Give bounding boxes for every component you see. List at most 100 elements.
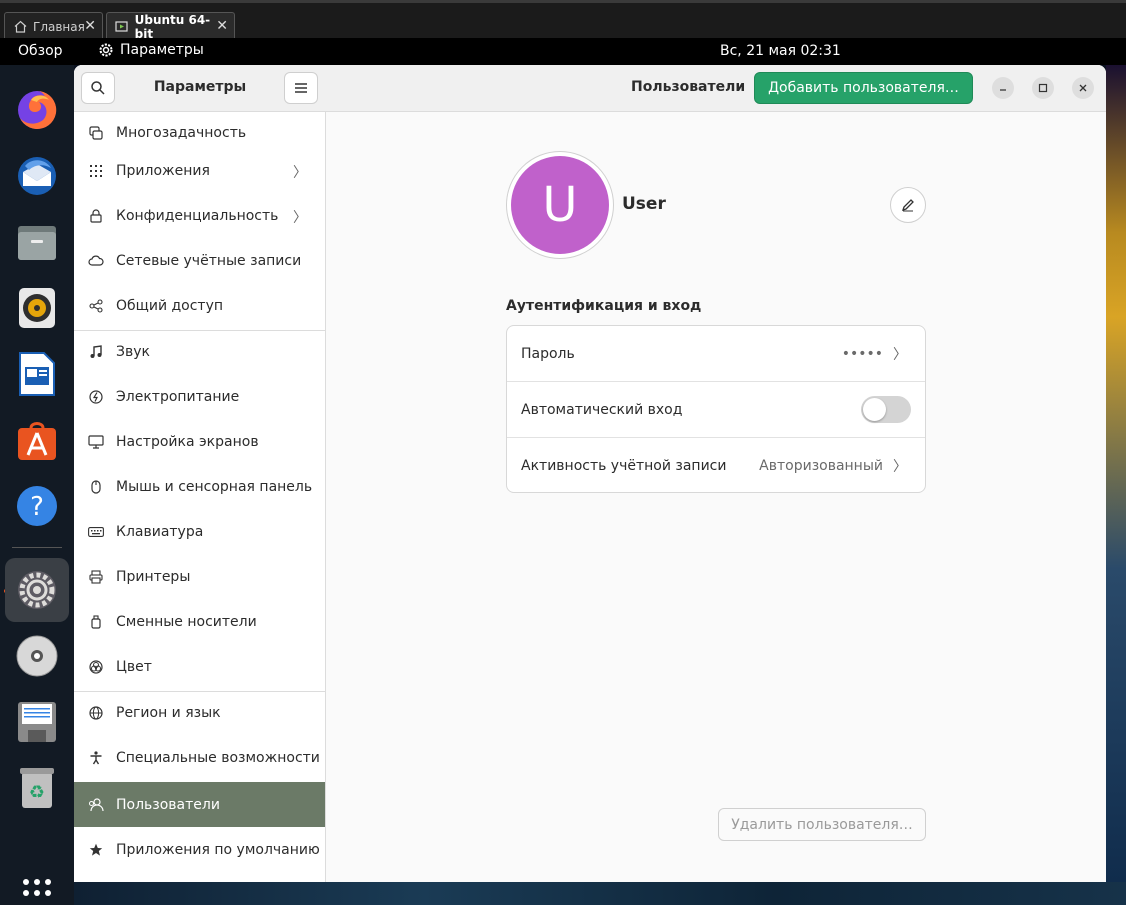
users-icon — [88, 797, 104, 813]
autologin-row: Автоматический вход — [507, 382, 925, 438]
app-menu[interactable]: Параметры — [98, 42, 204, 58]
password-row[interactable]: Пароль ••••• 〉 — [507, 326, 925, 382]
vm-tab-strip: Главная ✕ Ubuntu 64-bit ✕ — [0, 0, 1126, 41]
files-icon[interactable] — [10, 215, 64, 269]
app-menu-label: Параметры — [120, 42, 204, 58]
account-activity-value: Авторизованный — [759, 458, 883, 474]
sidebar-item-default-apps[interactable]: Приложения по умолчанию — [74, 827, 325, 872]
edit-name-button[interactable] — [890, 187, 926, 223]
sidebar-item-label: Приложения по умолчанию — [116, 841, 320, 858]
vm-tab-home[interactable]: Главная ✕ — [4, 12, 103, 40]
sidebar-item-displays[interactable]: Настройка экранов — [74, 419, 325, 464]
svg-text:?: ? — [30, 492, 44, 522]
hamburger-icon — [295, 83, 307, 93]
sidebar-item-color[interactable]: Цвет — [74, 644, 325, 689]
firefox-icon[interactable] — [10, 83, 64, 137]
floppy-icon[interactable] — [10, 695, 64, 749]
settings-icon[interactable] — [5, 558, 69, 622]
music-note-icon — [88, 344, 104, 360]
sidebar-item-accessibility[interactable]: Специальные возможности — [74, 735, 325, 780]
sidebar-item-label: Клавиатура — [116, 523, 204, 540]
vm-tab-label: Главная — [33, 19, 85, 34]
thunderbird-icon[interactable] — [10, 149, 64, 203]
sidebar-item-label: Звук — [116, 343, 150, 360]
sidebar-item-sharing[interactable]: Общий доступ — [74, 283, 325, 328]
minimize-button[interactable] — [992, 77, 1014, 99]
activities-button[interactable]: Обзор — [18, 43, 63, 59]
multitasking-icon — [88, 125, 104, 141]
sidebar-item-label: Настройка экранов — [116, 433, 259, 450]
sidebar-item-label: Пользователи — [116, 796, 220, 813]
dock-separator — [12, 547, 62, 548]
sidebar-item-region[interactable]: Регион и язык — [74, 690, 325, 735]
chevron-right-icon: 〉 — [893, 459, 907, 475]
password-value: ••••• — [841, 346, 883, 362]
main-menu-button[interactable] — [284, 72, 318, 104]
dvd-icon[interactable] — [10, 629, 64, 683]
account-activity-label: Активность учётной записи — [521, 458, 727, 474]
usb-drive-icon — [88, 614, 104, 630]
account-activity-row[interactable]: Активность учётной записи Авторизованный… — [507, 438, 925, 494]
toggle-knob — [863, 398, 886, 421]
password-label: Пароль — [521, 346, 575, 362]
pencil-icon — [901, 199, 914, 212]
trash-icon[interactable]: ♻ — [10, 761, 64, 815]
sidebar-item-label: Электропитание — [116, 388, 240, 405]
color-icon — [88, 659, 104, 675]
close-icon[interactable]: ✕ — [216, 18, 228, 34]
user-name: User — [622, 194, 666, 214]
maximize-button[interactable] — [1032, 77, 1054, 99]
autologin-toggle[interactable] — [861, 396, 911, 423]
app-center-icon[interactable] — [10, 413, 64, 467]
wallpaper — [1106, 65, 1126, 905]
clock[interactable]: Вс, 21 мая 02:31 — [720, 43, 841, 59]
sidebar-item-apps[interactable]: Приложения 〉 — [74, 148, 325, 193]
vm-tab-ubuntu[interactable]: Ubuntu 64-bit ✕ — [106, 12, 235, 41]
sidebar-item-label: Мышь и сенсорная панель — [116, 478, 313, 495]
avatar[interactable]: U — [506, 151, 614, 259]
sidebar-item-label: Регион и язык — [116, 704, 221, 721]
globe-icon — [88, 705, 104, 721]
sidebar-item-power[interactable]: Электропитание — [74, 374, 325, 419]
auth-card: Пароль ••••• 〉 Автоматический вход Актив… — [506, 325, 926, 493]
help-icon[interactable]: ? — [10, 479, 64, 533]
add-user-button[interactable]: Добавить пользователя… — [754, 72, 973, 104]
section-title: Аутентификация и вход — [506, 298, 702, 314]
keyboard-icon — [88, 524, 104, 540]
delete-user-button[interactable]: Удалить пользователя… — [718, 808, 926, 841]
close-icon[interactable]: ✕ — [84, 18, 96, 34]
content-header: Пользователи Добавить пользователя… — [326, 65, 1106, 112]
close-button[interactable] — [1072, 77, 1094, 99]
settings-window: Параметры Многозадачность Приложения 〉 К… — [74, 65, 1106, 882]
page-title: Пользователи — [631, 79, 746, 95]
sidebar-item-users[interactable]: Пользователи — [74, 782, 325, 827]
show-apps-icon[interactable] — [10, 863, 64, 905]
sidebar-item-label: Приложения — [116, 162, 210, 179]
printer-icon — [88, 569, 104, 585]
maximize-icon — [1038, 83, 1048, 93]
home-icon — [13, 20, 27, 34]
sidebar-item-label: Сменные носители — [116, 613, 257, 630]
close-icon — [1079, 84, 1087, 92]
sidebar-item-printers[interactable]: Принтеры — [74, 554, 325, 599]
sidebar-item-online-accounts[interactable]: Сетевые учётные записи — [74, 238, 325, 283]
sidebar-item-removable-media[interactable]: Сменные носители — [74, 599, 325, 644]
power-icon — [88, 389, 104, 405]
display-icon — [88, 434, 104, 450]
sidebar-item-label: Общий доступ — [116, 297, 224, 314]
sidebar-item-label: Сетевые учётные записи — [116, 252, 302, 269]
sidebar-item-sound[interactable]: Звук — [74, 329, 325, 374]
libreoffice-writer-icon[interactable] — [10, 347, 64, 401]
sidebar-item-label: Конфиденциальность — [116, 207, 279, 224]
chevron-right-icon: 〉 — [293, 165, 307, 181]
rhythmbox-icon[interactable] — [10, 281, 64, 335]
apps-icon — [88, 163, 104, 179]
sidebar-item-label: Принтеры — [116, 568, 191, 585]
sidebar-item-privacy[interactable]: Конфиденциальность 〉 — [74, 193, 325, 238]
sidebar-item-mouse[interactable]: Мышь и сенсорная панель — [74, 464, 325, 509]
cloud-icon — [88, 253, 104, 269]
top-bar: Обзор Параметры Вс, 21 мая 02:31 — [0, 38, 1126, 65]
svg-text:♻: ♻ — [29, 782, 45, 803]
wallpaper — [74, 882, 1126, 905]
sidebar-item-keyboard[interactable]: Клавиатура — [74, 509, 325, 554]
